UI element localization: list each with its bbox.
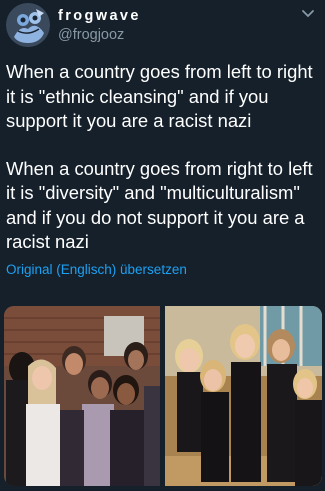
tweet-text: When a country goes from left to right i… (6, 60, 322, 255)
tweet-media[interactable] (4, 306, 322, 486)
tweet-header: frogwave @frogjooz (0, 0, 325, 55)
tweet-paragraph: When a country goes from left to right i… (6, 61, 313, 131)
frog-avatar-icon (6, 3, 50, 47)
translate-link[interactable]: Original (Englisch) übersetzen (6, 262, 187, 277)
group-photo-dance-team[interactable] (165, 306, 322, 486)
avatar[interactable] (6, 3, 50, 47)
chevron-down-icon[interactable] (298, 4, 318, 24)
group-photo-diverse-schoolgirls[interactable] (4, 306, 160, 486)
user-handle[interactable]: @frogjooz (58, 27, 124, 43)
display-name[interactable]: frogwave (58, 8, 141, 24)
tweet-paragraph: When a country goes from right to left i… (6, 157, 313, 253)
